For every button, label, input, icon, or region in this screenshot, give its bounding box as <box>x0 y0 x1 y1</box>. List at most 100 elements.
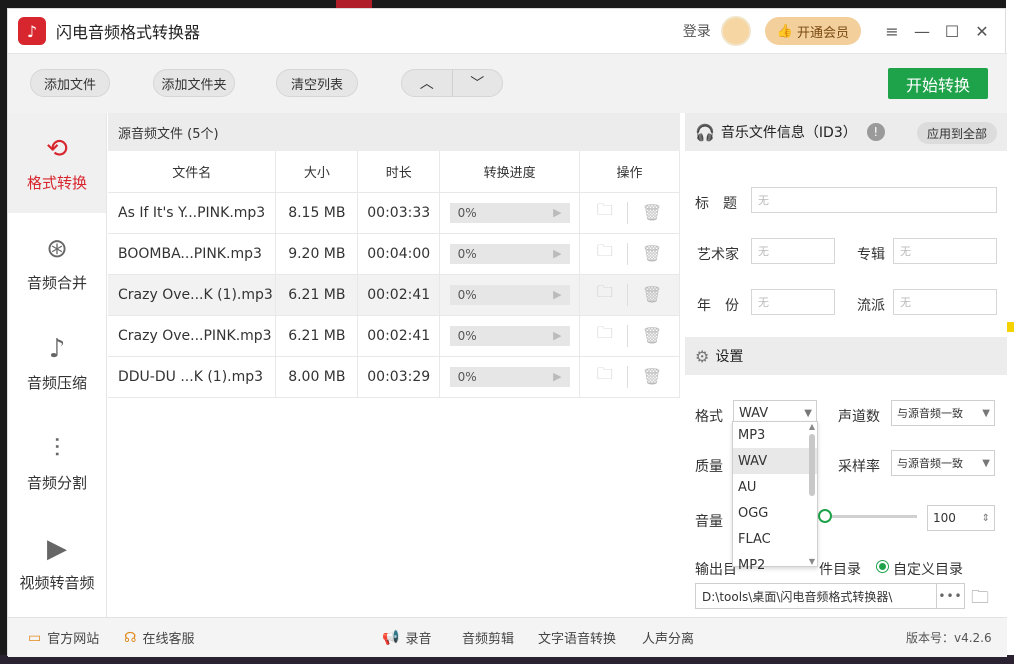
trash-icon[interactable]: 🗑 <box>642 285 662 304</box>
app-window: ♪ 闪电音频格式转换器 登录 👍 开通会员 ≡ — ☐ ✕ 添加文件 添加文件夹… <box>7 8 1007 657</box>
progress-cell: 0% ▶ <box>439 315 581 357</box>
progress-text: 0% <box>457 369 477 384</box>
sidebar-item-audio-compress[interactable]: ♪ 音频压缩 <box>8 313 106 413</box>
headphones-icon: 🎧 <box>695 122 715 142</box>
dropdown-scrollbar[interactable] <box>809 434 815 496</box>
album-field[interactable]: 无 <box>893 238 997 264</box>
samplerate-select[interactable]: 与源音频一致 ▼ <box>891 450 995 476</box>
settings-section-header: ⚙ 设置 <box>685 337 1007 375</box>
format-option[interactable]: WAV <box>733 448 817 474</box>
volume-label: 音量 <box>695 514 723 530</box>
maximize-icon[interactable]: ☐ <box>937 22 967 41</box>
close-icon[interactable]: ✕ <box>967 22 997 41</box>
support-link[interactable]: ☊ 在线客服 <box>124 628 194 648</box>
title-bar: ♪ 闪电音频格式转换器 登录 👍 开通会员 ≡ — ☐ ✕ <box>8 9 1007 53</box>
vocal-separate-link[interactable]: 人声分离 <box>642 628 694 647</box>
website-link[interactable]: ▭ 官方网站 <box>28 628 99 648</box>
compress-icon: ♪ <box>48 333 66 364</box>
sidebar-item-format-convert[interactable]: ⟲ 格式转换 <box>8 113 106 213</box>
audio-cut-link[interactable]: 音频剪辑 <box>462 628 514 647</box>
avatar[interactable] <box>720 16 751 46</box>
genre-field[interactable]: 无 <box>893 289 997 315</box>
progress-cell: 0% ▶ <box>439 274 581 316</box>
table-row[interactable]: Crazy Ove...PINK.mp3 6.21 MB 00:02:41 0% ▶ 🗀 🗑 <box>108 315 680 357</box>
genre-label: 流派 <box>857 298 885 314</box>
play-icon[interactable]: ▶ <box>553 370 561 383</box>
add-file-button[interactable]: 添加文件 <box>30 69 110 97</box>
play-icon[interactable]: ▶ <box>553 329 561 342</box>
play-icon[interactable]: ▶ <box>553 247 561 260</box>
actions-cell: 🗀 🗑 <box>579 356 680 398</box>
format-option[interactable]: OGG <box>733 500 817 526</box>
open-folder-icon[interactable]: 🗀 <box>597 281 613 308</box>
channels-select[interactable]: 与源音频一致 ▼ <box>891 400 995 426</box>
custom-dir-radio[interactable] <box>876 560 889 573</box>
trash-icon[interactable]: 🗑 <box>642 367 662 386</box>
start-convert-button[interactable]: 开始转换 <box>888 68 988 99</box>
col-header-name: 文件名 <box>108 151 277 193</box>
file-duration: 00:03:33 <box>357 192 441 234</box>
volume-slider-handle[interactable] <box>818 509 832 523</box>
tts-link[interactable]: 文字语音转换 <box>538 628 616 647</box>
trash-icon[interactable]: 🗑 <box>642 203 662 222</box>
progress-text: 0% <box>457 246 477 261</box>
add-folder-button[interactable]: 添加文件夹 <box>153 69 235 97</box>
sidebar-item-video-to-audio[interactable]: ▶ 视频转音频 <box>8 513 106 613</box>
format-option[interactable]: MP2 <box>733 552 817 578</box>
title-field[interactable]: 无 <box>751 187 997 213</box>
browse-button[interactable]: ••• <box>936 584 964 608</box>
format-option[interactable]: MP3 <box>733 422 817 448</box>
format-value: WAV <box>739 405 769 421</box>
table-row[interactable]: BOOMBA...PINK.mp3 9.20 MB 00:04:00 0% ▶ 🗀 🗑 <box>108 233 680 275</box>
divider <box>626 283 628 306</box>
file-duration: 00:02:41 <box>357 274 441 316</box>
file-name: Crazy Ove...PINK.mp3 <box>108 315 277 357</box>
year-field[interactable]: 无 <box>751 289 835 315</box>
col-header-size: 大小 <box>275 151 359 193</box>
trash-icon[interactable]: 🗑 <box>642 244 662 263</box>
minimize-icon[interactable]: — <box>907 22 937 41</box>
open-folder-icon[interactable]: 🗀 <box>597 322 613 349</box>
quality-label: 质量 <box>695 459 723 475</box>
chevron-down-icon: ▼ <box>982 457 990 469</box>
menu-icon[interactable]: ≡ <box>877 22 907 41</box>
folder-icon[interactable]: 🗀 <box>971 585 989 615</box>
progress-cell: 0% ▶ <box>439 233 581 275</box>
format-option[interactable]: AU <box>733 474 817 500</box>
warning-icon[interactable]: ! <box>866 123 885 141</box>
play-icon[interactable]: ▶ <box>553 288 561 301</box>
volume-slider-track[interactable] <box>825 515 917 518</box>
open-folder-icon[interactable]: 🗀 <box>597 363 613 390</box>
open-folder-icon[interactable]: 🗀 <box>597 240 613 267</box>
table-row[interactable]: As If It's Y...PINK.mp3 8.15 MB 00:03:33 0%… <box>108 192 680 234</box>
megaphone-icon: 📢 <box>382 629 400 646</box>
sidebar-item-audio-merge[interactable]: ⊛ 音频合并 <box>8 213 106 313</box>
artist-field[interactable]: 无 <box>751 238 835 264</box>
output-path-field[interactable]: D:\tools\桌面\闪电音频格式转换器\ ••• <box>695 583 965 609</box>
apply-all-button[interactable]: 应用到全部 <box>916 122 997 144</box>
table-row[interactable]: Crazy Ove...K (1).mp3 6.21 MB 00:02:41 0% ▶ 🗀… <box>108 274 680 316</box>
table-row[interactable]: DDU-DU ...K (1).mp3 8.00 MB 00:03:29 0% ▶ 🗀 🗑 <box>108 356 680 398</box>
vip-button[interactable]: 👍 开通会员 <box>764 17 861 45</box>
custom-dir-label[interactable]: 自定义目录 <box>893 559 963 579</box>
sidebar-item-audio-split[interactable]: ⫶ 音频分割 <box>8 413 106 513</box>
volume-stepper[interactable]: 100 ⇕ <box>927 505 995 531</box>
album-label: 专辑 <box>857 247 885 263</box>
year-label: 年 份 <box>697 298 739 314</box>
sidebar-item-label: 格式转换 <box>26 173 87 192</box>
move-up-button[interactable]: ︿ <box>402 70 452 96</box>
samplerate-value: 与源音频一致 <box>897 457 963 470</box>
move-down-button[interactable]: ﹀ <box>451 70 503 96</box>
clear-list-button[interactable]: 清空列表 <box>276 69 358 97</box>
open-folder-icon[interactable]: 🗀 <box>597 199 613 226</box>
scroll-up-icon[interactable]: ▲ <box>809 422 815 431</box>
login-link[interactable]: 登录 <box>683 21 711 41</box>
file-name: As If It's Y...PINK.mp3 <box>108 192 277 234</box>
play-icon[interactable]: ▶ <box>553 206 561 219</box>
format-option[interactable]: FLAC <box>733 526 817 552</box>
scroll-down-icon[interactable]: ▼ <box>809 557 815 566</box>
progress-bar: 0% ▶ <box>449 243 570 264</box>
record-link[interactable]: 📢 录音 <box>382 628 431 648</box>
output-source-label[interactable]: 件目录 <box>819 559 861 579</box>
trash-icon[interactable]: 🗑 <box>642 326 662 345</box>
